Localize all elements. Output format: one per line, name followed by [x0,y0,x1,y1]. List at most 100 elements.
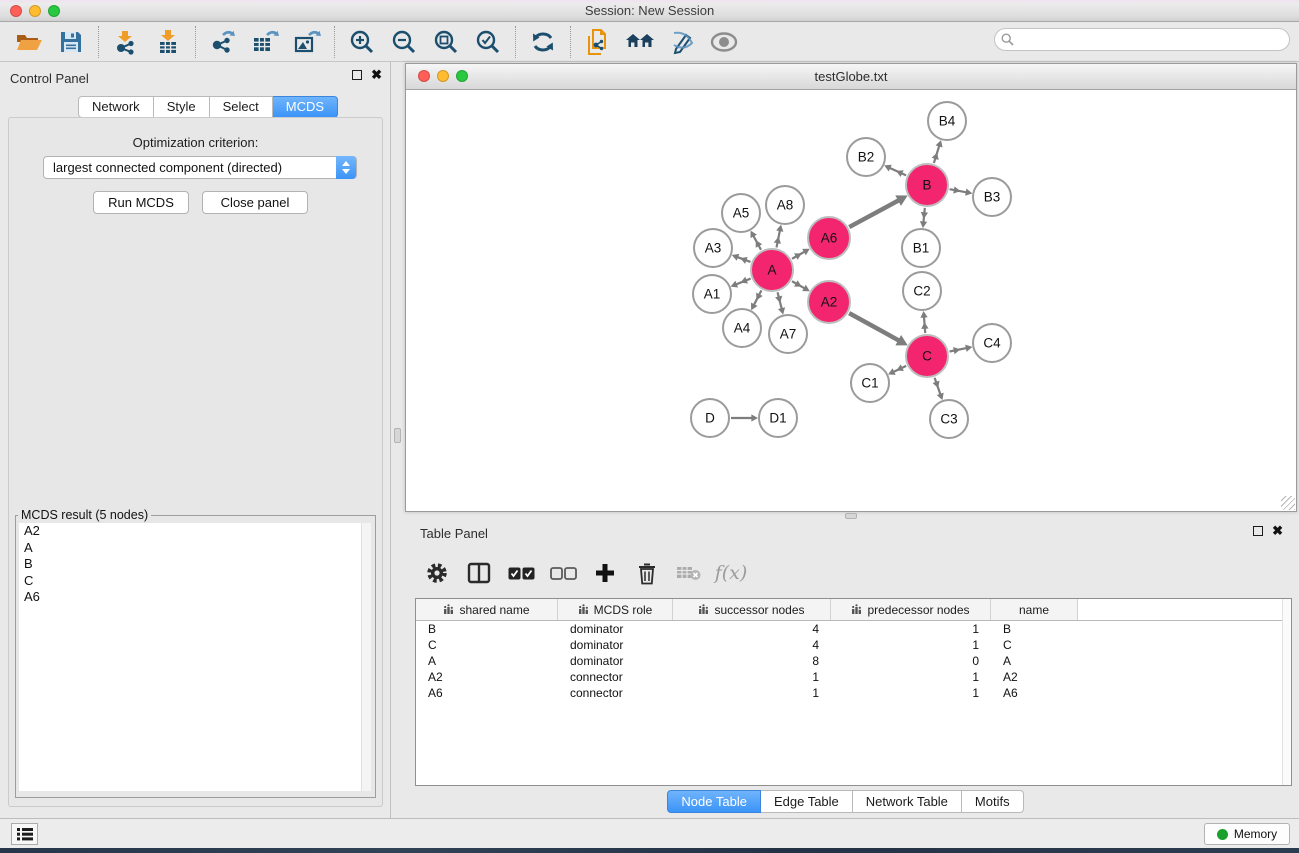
window-resize-grip[interactable] [1281,496,1295,510]
graph-node-A1[interactable]: A1 [693,275,731,313]
table-cell[interactable]: A2 [416,669,558,685]
graph-node-A4[interactable]: A4 [723,309,761,347]
close-panel-button[interactable]: Close panel [202,191,308,214]
table-cell[interactable]: A2 [991,669,1078,685]
close-panel-icon[interactable]: ✖ [1272,526,1283,536]
delete-table-button[interactable] [670,556,708,590]
table-row[interactable]: A2connector11A2 [416,669,1291,685]
graph-node-C4[interactable]: C4 [973,324,1011,362]
graph-node-C3[interactable]: C3 [930,400,968,438]
table-settings-button[interactable] [418,556,456,590]
table-cell[interactable]: connector [558,685,673,701]
first-neighbors-button[interactable] [622,25,658,59]
table-cell[interactable]: 4 [673,621,831,637]
delete-column-button[interactable] [628,556,666,590]
column-header-shared-name[interactable]: shared name [416,599,558,620]
add-column-button[interactable] [586,556,624,590]
table-cell[interactable]: 0 [831,653,991,669]
select-all-button[interactable] [502,556,540,590]
table-cell[interactable]: B [416,621,558,637]
result-item[interactable]: B [19,556,371,573]
tab-mcds[interactable]: MCDS [273,96,338,118]
table-cell[interactable]: 1 [831,621,991,637]
tab-select[interactable]: Select [210,96,273,118]
zoom-selected-button[interactable] [470,25,506,59]
table-cell[interactable]: dominator [558,621,673,637]
close-panel-icon[interactable]: ✖ [371,70,382,80]
table-cell[interactable]: dominator [558,653,673,669]
float-panel-icon[interactable] [1253,526,1263,536]
result-item[interactable]: A [19,540,371,557]
graph-node-B2[interactable]: B2 [847,138,885,176]
table-cell[interactable]: 1 [831,669,991,685]
graph-node-D1[interactable]: D1 [759,399,797,437]
table-cell[interactable]: 4 [673,637,831,653]
network-window-titlebar[interactable]: testGlobe.txt [406,64,1296,90]
graph-node-B1[interactable]: B1 [902,229,940,267]
result-item[interactable]: A6 [19,589,371,606]
refresh-layout-button[interactable] [525,25,561,59]
table-cell[interactable]: 1 [673,669,831,685]
tab-network[interactable]: Network [78,96,154,118]
graph-node-D[interactable]: D [691,399,729,437]
network-canvas[interactable]: B4B2BB3A8A5A6A3B1AC2A1A2A4A7C4CC1DD1C3 [406,90,1296,511]
graph-node-B[interactable]: B [906,164,948,206]
import-network-button[interactable] [108,25,144,59]
show-hide-panels-button[interactable] [706,25,742,59]
table-cell[interactable]: C [991,637,1078,653]
table-cell[interactable]: A6 [416,685,558,701]
zoom-out-button[interactable] [386,25,422,59]
table-row[interactable]: Adominator80A [416,653,1291,669]
table-cell[interactable]: 1 [831,685,991,701]
graph-node-B3[interactable]: B3 [973,178,1011,216]
import-table-button[interactable] [150,25,186,59]
graph-node-A[interactable]: A [751,249,793,291]
graph-node-A8[interactable]: A8 [766,186,804,224]
graph-node-C1[interactable]: C1 [851,364,889,402]
graph-edge[interactable] [849,200,899,227]
table-cell[interactable]: A6 [991,685,1078,701]
zoom-fit-button[interactable] [428,25,464,59]
search-input[interactable] [994,28,1290,51]
export-network-button[interactable] [205,25,241,59]
tab-style[interactable]: Style [154,96,210,118]
graph-edge[interactable] [849,313,899,341]
vertical-splitter-handle[interactable] [394,428,401,443]
column-header-predecessor-nodes[interactable]: predecessor nodes [831,599,991,620]
horizontal-splitter-handle[interactable] [845,513,857,519]
open-session-button[interactable] [11,25,47,59]
export-table-button[interactable] [247,25,283,59]
mcds-result-list[interactable]: A2ABCA6 [19,523,371,791]
table-cell[interactable]: A [416,653,558,669]
export-image-button[interactable] [289,25,325,59]
split-table-button[interactable] [460,556,498,590]
table-cell[interactable]: 1 [831,637,991,653]
table-cell[interactable]: connector [558,669,673,685]
table-cell[interactable]: 8 [673,653,831,669]
new-network-from-selection-button[interactable] [580,25,616,59]
memory-button[interactable]: Memory [1204,823,1290,845]
result-item[interactable]: A2 [19,523,371,540]
table-cell[interactable]: dominator [558,637,673,653]
column-header-MCDS-role[interactable]: MCDS role [558,599,673,620]
table-scrollbar[interactable] [1282,599,1291,785]
table-row[interactable]: A6connector11A6 [416,685,1291,701]
graph-node-C[interactable]: C [906,335,948,377]
graph-node-A3[interactable]: A3 [694,229,732,267]
node-table[interactable]: shared nameMCDS rolesuccessor nodesprede… [415,598,1292,786]
graph-node-A5[interactable]: A5 [722,194,760,232]
criterion-select[interactable]: largest connected component (directed) [43,156,357,179]
table-tab-network-table[interactable]: Network Table [853,790,962,813]
task-history-button[interactable] [11,823,38,845]
result-scrollbar[interactable] [361,523,371,791]
table-tab-motifs[interactable]: Motifs [962,790,1024,813]
graph-node-A2[interactable]: A2 [808,281,850,323]
save-session-button[interactable] [53,25,89,59]
table-tab-edge-table[interactable]: Edge Table [761,790,853,813]
table-cell[interactable]: 1 [673,685,831,701]
table-row[interactable]: Bdominator41B [416,621,1291,637]
table-tab-node-table[interactable]: Node Table [667,790,761,813]
function-builder-button[interactable]: f(x) [712,556,750,590]
table-row[interactable]: Cdominator41C [416,637,1291,653]
graph-node-C2[interactable]: C2 [903,272,941,310]
